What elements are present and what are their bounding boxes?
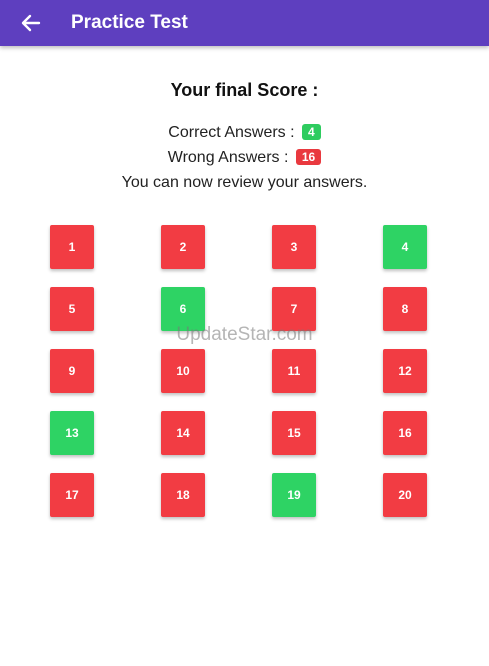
correct-answers-label: Correct Answers : — [168, 124, 295, 141]
question-8-button[interactable]: 8 — [383, 287, 427, 331]
question-19-button[interactable]: 19 — [272, 473, 316, 517]
question-11-button[interactable]: 11 — [272, 349, 316, 393]
question-7-button[interactable]: 7 — [272, 287, 316, 331]
question-15-button[interactable]: 15 — [272, 411, 316, 455]
question-17-button[interactable]: 17 — [50, 473, 94, 517]
score-heading: Your final Score : — [170, 80, 319, 100]
question-12-button[interactable]: 12 — [383, 349, 427, 393]
correct-count-badge: 4 — [302, 124, 321, 140]
app-bar: Practice Test — [0, 0, 489, 46]
question-3-button[interactable]: 3 — [272, 225, 316, 269]
wrong-answers-label: Wrong Answers : — [167, 149, 289, 166]
question-14-button[interactable]: 14 — [161, 411, 205, 455]
correct-answers-line: Correct Answers : 4 — [0, 124, 489, 142]
wrong-answers-line: Wrong Answers : 16 — [0, 149, 489, 167]
question-1-button[interactable]: 1 — [50, 225, 94, 269]
review-message: You can now review your answers. — [121, 174, 368, 191]
question-5-button[interactable]: 5 — [50, 287, 94, 331]
question-grid: 1 2 3 4 5 6 7 8 9 10 11 12 13 14 15 16 17 18 19 20 — [50, 225, 427, 517]
wrong-count-badge: 16 — [295, 149, 322, 165]
question-20-button[interactable]: 20 — [383, 473, 427, 517]
question-9-button[interactable]: 9 — [50, 349, 94, 393]
question-10-button[interactable]: 10 — [161, 349, 205, 393]
question-2-button[interactable]: 2 — [161, 225, 205, 269]
question-6-button[interactable]: 6 — [161, 287, 205, 331]
back-arrow-icon[interactable] — [18, 10, 44, 36]
question-18-button[interactable]: 18 — [161, 473, 205, 517]
page-title: Practice Test — [71, 12, 188, 33]
question-4-button[interactable]: 4 — [383, 225, 427, 269]
question-16-button[interactable]: 16 — [383, 411, 427, 455]
question-13-button[interactable]: 13 — [50, 411, 94, 455]
